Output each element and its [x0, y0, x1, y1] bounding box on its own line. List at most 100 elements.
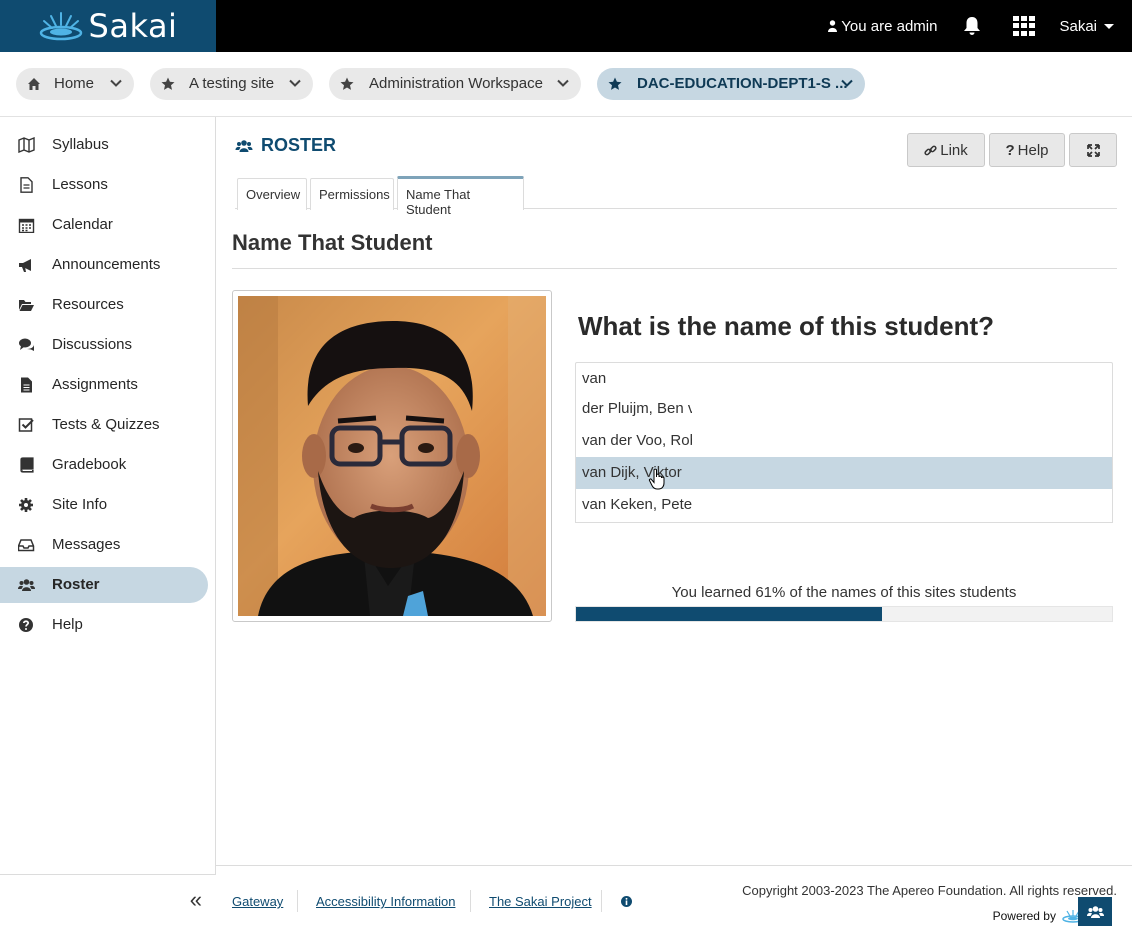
footer-link-gateway[interactable]: Gateway	[232, 894, 283, 909]
tab-overview[interactable]: Overview	[237, 178, 307, 210]
help-button[interactable]: ? Help	[989, 133, 1065, 167]
site-tab-home[interactable]: Home	[16, 68, 134, 100]
sidebar-item-discussions[interactable]: Discussions	[0, 327, 208, 363]
sidebar-item-announcements[interactable]: Announcements	[0, 247, 208, 283]
site-tab-administration-workspace[interactable]: Administration Workspace	[329, 68, 581, 100]
sidebar-item-label: Site Info	[52, 496, 108, 513]
sidebar-item-assignments[interactable]: Assignments	[0, 367, 208, 403]
autocomplete-list: der Pluijm, Ben v van der Voo, Rob van D…	[575, 393, 1113, 523]
footer-link-sakai-project[interactable]: The Sakai Project	[489, 894, 592, 909]
link-button-label: Link	[940, 141, 968, 159]
progress-bar	[575, 606, 1113, 622]
comments-icon	[19, 338, 34, 351]
question-circle-icon	[19, 618, 33, 632]
top-header: Sakai You are admin Sakai	[0, 0, 1132, 52]
site-tabs-bar: Home A testing site Administration Works…	[0, 52, 1132, 117]
sidebar-item-resources[interactable]: Resources	[0, 287, 208, 323]
user-label: You are admin	[841, 17, 938, 35]
sidebar-item-label: Help	[52, 616, 83, 633]
divider	[232, 268, 1117, 269]
collapse-sidebar-bar: «	[0, 874, 216, 926]
notifications-bell-icon[interactable]	[963, 16, 981, 36]
student-name-input[interactable]	[575, 362, 1113, 394]
option-label: van Dijk, Viktor	[582, 464, 682, 481]
help-button-label: Help	[1017, 141, 1049, 159]
calendar-icon	[18, 218, 35, 233]
sidebar-item-label: Discussions	[52, 336, 133, 353]
account-menu[interactable]: Sakai	[1059, 18, 1114, 35]
option-label: van der Voo, Rob	[582, 432, 692, 449]
chevron-down-icon[interactable]	[841, 79, 853, 87]
file-text-icon	[21, 377, 32, 393]
site-tab-label: DAC-EDUCATION-DEPT1-S ...	[637, 75, 848, 92]
map-icon	[18, 137, 35, 153]
tab-permissions[interactable]: Permissions	[310, 178, 394, 210]
home-icon	[28, 78, 40, 90]
copyright-text: Copyright 2003-2023 The Apereo Foundatio…	[742, 883, 1117, 898]
apps-grid-icon[interactable]	[1013, 16, 1036, 36]
sidebar-item-label: Calendar	[52, 216, 113, 233]
progress-text: You learned 61% of the names of this sit…	[671, 584, 1017, 601]
sidebar-item-syllabus[interactable]: Syllabus	[0, 127, 208, 163]
question-mark-icon: ?	[1005, 141, 1015, 159]
option-label: der Pluijm, Ben v	[582, 400, 692, 417]
collapse-sidebar-icon[interactable]: «	[190, 889, 202, 911]
divider	[470, 890, 471, 912]
sidebar-item-label: Roster	[52, 576, 100, 593]
section-title: Name That Student	[232, 230, 433, 255]
autocomplete-option[interactable]: der Pluijm, Ben v	[576, 393, 1112, 425]
sidebar-item-label: Gradebook	[52, 456, 127, 473]
student-photo-frame	[232, 290, 552, 622]
site-tab-a-testing-site[interactable]: A testing site	[150, 68, 313, 100]
left-nav: Syllabus Lessons Calendar Announcements …	[0, 117, 216, 926]
info-icon[interactable]	[621, 896, 632, 907]
sidebar-item-label: Syllabus	[52, 136, 109, 153]
sidebar-item-label: Announcements	[52, 256, 161, 273]
sidebar-item-label: Messages	[52, 536, 121, 553]
autocomplete-option[interactable]: van der Voo, Rob	[576, 425, 1112, 457]
user-status[interactable]: You are admin	[828, 18, 937, 35]
gear-icon	[19, 498, 33, 512]
sidebar-item-label: Tests & Quizzes	[52, 416, 160, 433]
question-heading: What is the name of this student?	[578, 311, 995, 341]
footer: Gateway Accessibility Information The Sa…	[216, 865, 1132, 926]
tool-title: ROSTER	[235, 135, 336, 156]
link-button[interactable]: Link	[907, 133, 985, 167]
sidebar-item-messages[interactable]: Messages	[0, 527, 208, 563]
sidebar-item-calendar[interactable]: Calendar	[0, 207, 208, 243]
roster-tabs: Overview Permissions Name That Student	[235, 176, 1117, 217]
chevron-down-icon[interactable]	[557, 79, 569, 87]
site-tab-dac-education[interactable]: DAC-EDUCATION-DEPT1-S ...	[597, 68, 865, 100]
book-icon	[20, 457, 34, 473]
chevron-down-icon[interactable]	[110, 79, 122, 87]
tool-title-text: ROSTER	[261, 135, 337, 155]
star-icon	[161, 77, 175, 90]
sidebar-item-roster[interactable]: Roster	[0, 567, 208, 603]
sidebar-item-lessons[interactable]: Lessons	[0, 167, 208, 203]
sidebar-item-help[interactable]: Help	[0, 607, 208, 643]
tab-name-that-student[interactable]: Name That Student	[397, 176, 524, 217]
inbox-icon	[18, 539, 35, 552]
link-icon	[924, 145, 937, 155]
star-icon	[608, 77, 622, 90]
sidebar-item-label: Lessons	[52, 176, 108, 193]
fullscreen-button[interactable]	[1069, 133, 1117, 167]
sidebar-item-tests-quizzes[interactable]: Tests & Quizzes	[0, 407, 208, 443]
users-icon	[18, 579, 35, 591]
roster-quick-button[interactable]	[1078, 897, 1112, 926]
progress-bar-fill	[576, 607, 882, 621]
logo-text: Sakai	[88, 7, 178, 45]
sidebar-item-label: Resources	[52, 296, 124, 313]
site-tab-label: Administration Workspace	[369, 75, 543, 92]
chevron-down-icon[interactable]	[289, 79, 301, 87]
sidebar-item-label: Assignments	[52, 376, 138, 393]
footer-link-accessibility[interactable]: Accessibility Information	[316, 894, 455, 909]
sidebar-item-gradebook[interactable]: Gradebook	[0, 447, 208, 483]
autocomplete-option[interactable]: van Keken, Peter	[576, 489, 1112, 521]
star-icon	[340, 77, 354, 90]
sakai-logo[interactable]: Sakai	[0, 0, 216, 52]
caret-down-icon	[1104, 23, 1114, 29]
file-icon	[20, 177, 33, 193]
sidebar-item-site-info[interactable]: Site Info	[0, 487, 208, 523]
hand-pointer-cursor-icon	[648, 468, 665, 490]
